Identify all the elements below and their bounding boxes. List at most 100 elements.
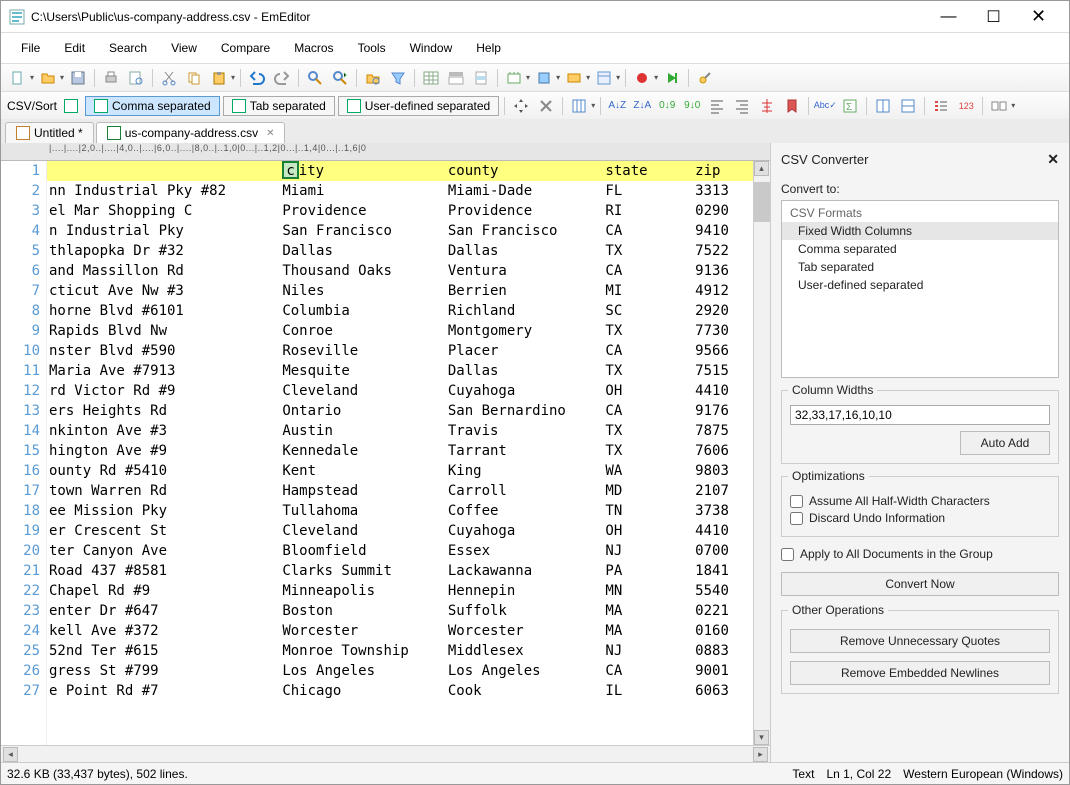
tab-close-icon[interactable]: ✕ — [266, 128, 274, 139]
user-separated-button[interactable]: User-defined separated — [338, 96, 499, 116]
bookmark-icon[interactable] — [781, 95, 803, 117]
tab-separated-button[interactable]: Tab separated — [223, 96, 335, 116]
table-row[interactable]: n Industrial PkySan FranciscoSan Francis… — [47, 221, 753, 241]
close-button[interactable]: ✕ — [1016, 3, 1061, 31]
table-row[interactable]: Road 437 #8581Clarks SummitLackawannaPA1… — [47, 561, 753, 581]
menu-search[interactable]: Search — [99, 37, 157, 59]
menu-help[interactable]: Help — [466, 37, 511, 59]
auto-add-button[interactable]: Auto Add — [960, 431, 1050, 455]
properties-icon[interactable] — [694, 67, 716, 89]
macros-icon[interactable] — [563, 67, 585, 89]
menu-compare[interactable]: Compare — [211, 37, 280, 59]
menu-view[interactable]: View — [161, 37, 207, 59]
open-dropdown-icon[interactable]: ▾ — [60, 73, 64, 82]
columns-icon[interactable] — [568, 95, 590, 117]
opt-halfwidth[interactable]: Assume All Half-Width Characters — [790, 494, 1050, 508]
table-row[interactable]: 52nd Ter #615Monroe TownshipMiddlesexNJ0… — [47, 641, 753, 661]
new-dropdown-icon[interactable]: ▾ — [30, 73, 34, 82]
edit-cell-icon[interactable] — [535, 95, 557, 117]
formats-listbox[interactable]: CSV Formats Fixed Width Columns Comma se… — [781, 200, 1059, 378]
run-macro-icon[interactable] — [661, 67, 683, 89]
csv-toggle-icon[interactable] — [60, 95, 82, 117]
print-preview-icon[interactable] — [125, 67, 147, 89]
print-icon[interactable] — [100, 67, 122, 89]
horizontal-scrollbar[interactable]: ◂ ▸ — [1, 745, 770, 762]
cut-icon[interactable] — [158, 67, 180, 89]
new-file-icon[interactable] — [7, 67, 29, 89]
tab-untitled[interactable]: Untitled * — [5, 122, 94, 143]
opt-discard-undo[interactable]: Discard Undo Information — [790, 511, 1050, 525]
scroll-up-icon[interactable]: ▴ — [754, 161, 769, 176]
table-row[interactable]: el Mar Shopping CProvidenceProvidenceRI0… — [47, 201, 753, 221]
menu-edit[interactable]: Edit — [54, 37, 95, 59]
comma-separated-button[interactable]: Comma separated — [85, 96, 220, 116]
list-red-icon[interactable] — [930, 95, 952, 117]
panel-dropdown-icon[interactable]: ▾ — [1011, 101, 1015, 110]
column-widths-input[interactable] — [790, 405, 1050, 425]
grid[interactable]: 1234567891011121314151617181920212223242… — [1, 161, 770, 745]
csv-mode-icon[interactable] — [420, 67, 442, 89]
menu-tools[interactable]: Tools — [348, 37, 396, 59]
sort-az-icon[interactable]: A↓Z — [606, 95, 628, 117]
paste-dropdown-icon[interactable]: ▾ — [231, 73, 235, 82]
scroll-right-icon[interactable]: ▸ — [753, 747, 768, 762]
table-row[interactable]: ounty Rd #5410KentKingWA9803 — [47, 461, 753, 481]
record-macro-icon[interactable] — [631, 67, 653, 89]
format-comma[interactable]: Comma separated — [782, 240, 1058, 258]
sum-icon[interactable]: Σ — [839, 95, 861, 117]
replace-icon[interactable] — [329, 67, 351, 89]
table-row[interactable]: and Massillon RdThousand OaksVenturaCA91… — [47, 261, 753, 281]
macros-dropdown-icon[interactable]: ▾ — [586, 73, 590, 82]
numbers-icon[interactable]: 123 — [955, 95, 977, 117]
table-row[interactable]: cticut Ave Nw #3NilesBerrienMI4912 — [47, 281, 753, 301]
cells[interactable]: citycountystatezipnn Industrial Pky #82M… — [47, 161, 753, 745]
columns-dropdown-icon[interactable]: ▾ — [591, 101, 595, 110]
table-row[interactable]: gress St #799Los AngelesLos AngelesCA900… — [47, 661, 753, 681]
table-row[interactable]: kell Ave #372WorcesterWorcesterMA0160 — [47, 621, 753, 641]
panel-toggle-icon[interactable] — [988, 95, 1010, 117]
format-user[interactable]: User-defined separated — [782, 276, 1058, 294]
sort-desc-icon[interactable]: 9↓0 — [681, 95, 703, 117]
panel-close-icon[interactable]: ✕ — [1047, 151, 1059, 168]
find-in-files-icon[interactable] — [362, 67, 384, 89]
table-row[interactable]: thlapopka Dr #32DallasDallasTX7522 — [47, 241, 753, 261]
plugins-icon[interactable] — [503, 67, 525, 89]
tools-dropdown-icon[interactable]: ▾ — [556, 73, 560, 82]
table-row[interactable]: Chapel Rd #9MinneapolisHennepinMN5540 — [47, 581, 753, 601]
grid-b-icon[interactable] — [897, 95, 919, 117]
save-icon[interactable] — [67, 67, 89, 89]
sort-za-icon[interactable]: Z↓A — [631, 95, 653, 117]
tab-csv-file[interactable]: us-company-address.csv✕ — [96, 122, 286, 143]
table-row[interactable]: ers Heights RdOntarioSan BernardinoCA917… — [47, 401, 753, 421]
open-file-icon[interactable] — [37, 67, 59, 89]
undo-icon[interactable] — [246, 67, 268, 89]
align-left-icon[interactable] — [706, 95, 728, 117]
menu-file[interactable]: File — [11, 37, 50, 59]
paste-icon[interactable] — [208, 67, 230, 89]
find-icon[interactable] — [304, 67, 326, 89]
remove-newlines-button[interactable]: Remove Embedded Newlines — [790, 661, 1050, 685]
tools-icon[interactable] — [533, 67, 555, 89]
table-row[interactable]: town Warren RdHampsteadCarrollMD2107 — [47, 481, 753, 501]
align-center-icon[interactable] — [756, 95, 778, 117]
convert-now-button[interactable]: Convert Now — [781, 572, 1059, 596]
filter-icon[interactable] — [387, 67, 409, 89]
grid-a-icon[interactable] — [872, 95, 894, 117]
vertical-scrollbar[interactable]: ▴ ▾ — [753, 161, 770, 745]
config-icon[interactable] — [593, 67, 615, 89]
move-tool-icon[interactable] — [510, 95, 532, 117]
narrowing-icon[interactable] — [470, 67, 492, 89]
table-row[interactable]: ter Canyon AveBloomfieldEssexNJ0700 — [47, 541, 753, 561]
align-right-icon[interactable] — [731, 95, 753, 117]
table-row[interactable]: rd Victor Rd #9ClevelandCuyahogaOH4410 — [47, 381, 753, 401]
menu-macros[interactable]: Macros — [284, 37, 343, 59]
copy-icon[interactable] — [183, 67, 205, 89]
maximize-button[interactable]: ☐ — [971, 3, 1016, 31]
config-dropdown-icon[interactable]: ▾ — [616, 73, 620, 82]
table-row[interactable]: horne Blvd #6101ColumbiaRichlandSC2920 — [47, 301, 753, 321]
table-row[interactable]: er Crescent StClevelandCuyahogaOH4410 — [47, 521, 753, 541]
heading-icon[interactable] — [445, 67, 467, 89]
format-tab[interactable]: Tab separated — [782, 258, 1058, 276]
plugins-dropdown-icon[interactable]: ▾ — [526, 73, 530, 82]
scroll-down-icon[interactable]: ▾ — [754, 730, 769, 745]
